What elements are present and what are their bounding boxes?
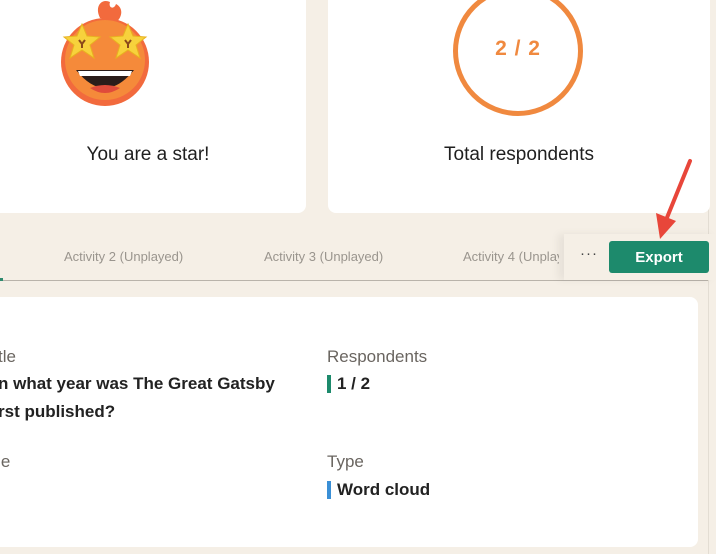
tab-activity-2[interactable]: Activity 2 (Unplayed) — [64, 249, 183, 264]
more-options-button[interactable]: ··· — [580, 245, 598, 262]
type-indicator — [327, 481, 331, 499]
respondents-count: 2 / 2 — [495, 37, 541, 60]
title-value: n what year was The Great Gatsby rst pub… — [0, 374, 275, 421]
star-eyes-emoji-icon — [61, 0, 149, 106]
star-card: You are a star! — [0, 0, 306, 213]
stage-label: age — [0, 452, 11, 471]
tabs-divider — [0, 280, 708, 281]
star-caption: You are a star! — [86, 144, 210, 165]
active-tab-indicator — [0, 278, 3, 281]
annotation-arrow-icon — [656, 159, 692, 239]
respondents-ring: 2 / 2 — [453, 0, 583, 116]
title-label: tle — [0, 347, 16, 366]
respondents-value: 1 / 2 — [337, 374, 371, 393]
tab-activity-4[interactable]: Activity 4 (Unplayed) — [463, 249, 559, 264]
type-value: Word cloud — [337, 480, 431, 499]
type-label: Type — [327, 452, 364, 471]
respondents-indicator — [327, 375, 331, 393]
tab-activity-3[interactable]: Activity 3 (Unplayed) — [264, 249, 383, 264]
export-button[interactable]: Export — [609, 241, 709, 273]
respondents-label: Respondents — [327, 347, 428, 366]
